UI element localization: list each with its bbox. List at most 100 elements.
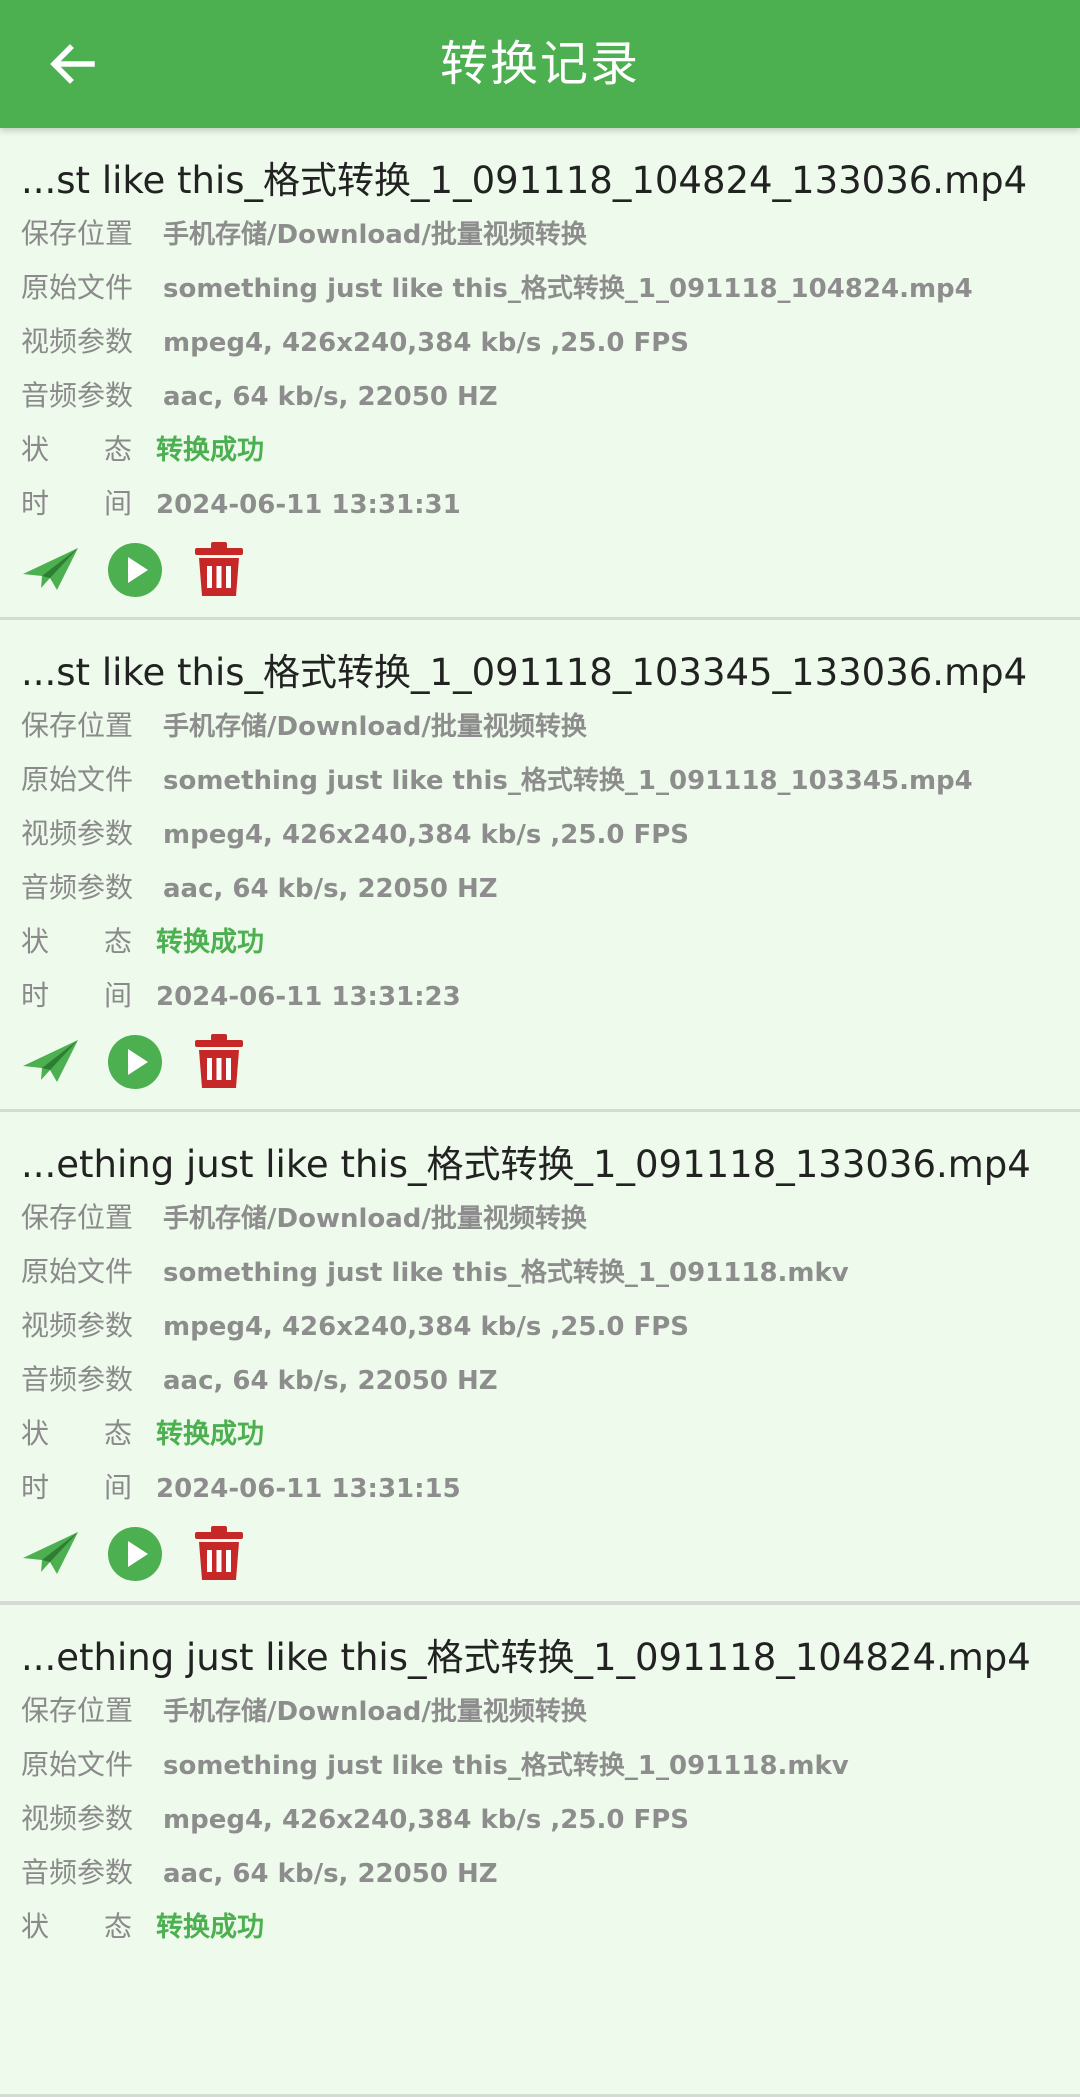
delete-button[interactable] — [189, 540, 249, 600]
share-button[interactable] — [21, 1524, 81, 1584]
save-location-value: 手机存储/Download/批量视频转换 — [163, 1204, 587, 1234]
status-label-b: 态 — [104, 925, 133, 958]
video-params-label: 视频参数 — [21, 1802, 134, 1835]
original-file-value: something just like this_格式转换_1_091118.m… — [163, 1751, 849, 1781]
trash-icon — [195, 1526, 243, 1580]
status-label: 状态 — [21, 428, 156, 472]
audio-params-value: aac, 64 kb/s, 22050 HZ — [163, 1859, 498, 1889]
share-button[interactable] — [21, 540, 81, 600]
status-label: 状态 — [21, 920, 156, 964]
record-filename: ...st like this_格式转换_1_091118_104824_133… — [21, 159, 1028, 202]
status-row: 状态转换成功 — [21, 1905, 264, 1949]
paper-plane-icon — [23, 1532, 78, 1574]
save-location-row: 保存位置 手机存储/Download/批量视频转换 — [21, 1689, 587, 1733]
save-location-value: 手机存储/Download/批量视频转换 — [163, 1697, 587, 1727]
play-button[interactable] — [105, 540, 165, 600]
time-label: 时间 — [21, 1466, 156, 1510]
share-button[interactable] — [21, 1032, 81, 1092]
audio-params-label: 音频参数 — [21, 379, 134, 412]
play-circle-icon — [108, 543, 162, 597]
save-location-value: 手机存储/Download/批量视频转换 — [163, 712, 587, 742]
audio-params-row: 音频参数 aac, 64 kb/s, 22050 HZ — [21, 374, 498, 418]
trash-icon — [195, 1034, 243, 1088]
paper-plane-icon — [23, 548, 78, 590]
original-file-label: 原始文件 — [21, 763, 134, 796]
time-row: 时间 2024-06-11 13:31:31 — [21, 482, 461, 526]
status-value: 转换成功 — [156, 1912, 264, 1943]
time-label-a: 时 — [21, 1471, 50, 1504]
status-value: 转换成功 — [156, 927, 264, 958]
time-value: 2024-06-11 13:31:15 — [156, 1474, 461, 1504]
original-file-value: something just like this_格式转换_1_091118.m… — [163, 1258, 849, 1288]
status-label-b: 态 — [104, 433, 133, 466]
original-file-row: 原始文件 something just like this_格式转换_1_0911… — [21, 266, 973, 310]
save-location-row: 保存位置 手机存储/Download/批量视频转换 — [21, 212, 587, 256]
audio-params-row: 音频参数 aac, 64 kb/s, 22050 HZ — [21, 866, 498, 910]
original-file-label: 原始文件 — [21, 1255, 134, 1288]
audio-params-value: aac, 64 kb/s, 22050 HZ — [163, 874, 498, 904]
audio-params-label: 音频参数 — [21, 1363, 134, 1396]
video-params-row: 视频参数 mpeg4, 426x240,384 kb/s ,25.0 FPS — [21, 1304, 689, 1348]
original-file-row: 原始文件 something just like this_格式转换_1_0911… — [21, 1743, 849, 1787]
status-label-a: 状 — [21, 925, 50, 958]
delete-button[interactable] — [189, 1032, 249, 1092]
status-label-b: 态 — [104, 1910, 133, 1943]
status-label-a: 状 — [21, 433, 50, 466]
status-label-a: 状 — [21, 1417, 50, 1450]
video-params-row: 视频参数 mpeg4, 426x240,384 kb/s ,25.0 FPS — [21, 1797, 689, 1841]
page-title: 转换记录 — [439, 36, 640, 92]
time-label: 时间 — [21, 974, 156, 1018]
status-row: 状态转换成功 — [21, 428, 264, 472]
play-circle-icon — [108, 1035, 162, 1089]
audio-params-row: 音频参数 aac, 64 kb/s, 22050 HZ — [21, 1851, 498, 1895]
status-label-b: 态 — [104, 1417, 133, 1450]
video-params-value: mpeg4, 426x240,384 kb/s ,25.0 FPS — [163, 1805, 690, 1835]
time-value: 2024-06-11 13:31:31 — [156, 490, 461, 520]
time-label: 时间 — [21, 482, 156, 526]
save-location-row: 保存位置 手机存储/Download/批量视频转换 — [21, 704, 587, 748]
time-row: 时间 2024-06-11 13:31:15 — [21, 1466, 461, 1510]
time-label-b: 间 — [104, 487, 133, 520]
app-bar: 转换记录 — [0, 0, 1080, 128]
save-location-label: 保存位置 — [21, 1694, 134, 1727]
record-card[interactable]: ...ething just like this_格式转换_1_091118_1… — [0, 1605, 1080, 2097]
play-button[interactable] — [105, 1524, 165, 1584]
video-params-label: 视频参数 — [21, 1309, 134, 1342]
original-file-label: 原始文件 — [21, 271, 134, 304]
record-actions — [21, 1524, 321, 1584]
status-value: 转换成功 — [156, 1419, 264, 1450]
record-card[interactable]: ...st like this_格式转换_1_091118_104824_133… — [0, 128, 1080, 620]
audio-params-label: 音频参数 — [21, 871, 134, 904]
time-value: 2024-06-11 13:31:23 — [156, 982, 461, 1012]
status-label: 状态 — [21, 1412, 156, 1456]
save-location-row: 保存位置 手机存储/Download/批量视频转换 — [21, 1196, 587, 1240]
time-label-b: 间 — [104, 979, 133, 1012]
record-filename: ...st like this_格式转换_1_091118_103345_133… — [21, 651, 1028, 694]
delete-button[interactable] — [189, 1524, 249, 1584]
video-params-value: mpeg4, 426x240,384 kb/s ,25.0 FPS — [163, 1312, 690, 1342]
record-actions — [21, 540, 321, 600]
record-list[interactable]: ...st like this_格式转换_1_091118_104824_133… — [0, 128, 1080, 2097]
audio-params-label: 音频参数 — [21, 1856, 134, 1889]
video-params-label: 视频参数 — [21, 817, 134, 850]
original-file-label: 原始文件 — [21, 1748, 134, 1781]
status-row: 状态转换成功 — [21, 920, 264, 964]
record-filename: ...ething just like this_格式转换_1_091118_1… — [21, 1143, 1031, 1186]
original-file-value: something just like this_格式转换_1_091118_1… — [163, 274, 973, 304]
video-params-value: mpeg4, 426x240,384 kb/s ,25.0 FPS — [163, 328, 690, 358]
time-label-a: 时 — [21, 487, 50, 520]
status-label: 状态 — [21, 1905, 156, 1949]
original-file-row: 原始文件 something just like this_格式转换_1_0911… — [21, 1250, 849, 1294]
original-file-value: something just like this_格式转换_1_091118_1… — [163, 766, 973, 796]
play-button[interactable] — [105, 1032, 165, 1092]
record-card[interactable]: ...st like this_格式转换_1_091118_103345_133… — [0, 620, 1080, 1112]
record-actions — [21, 1032, 321, 1092]
record-card[interactable]: ...ething just like this_格式转换_1_091118_1… — [0, 1112, 1080, 1605]
save-location-label: 保存位置 — [21, 1201, 134, 1234]
audio-params-row: 音频参数 aac, 64 kb/s, 22050 HZ — [21, 1358, 498, 1402]
play-circle-icon — [108, 1527, 162, 1581]
time-label-b: 间 — [104, 1471, 133, 1504]
record-filename: ...ething just like this_格式转换_1_091118_1… — [21, 1636, 1031, 1679]
audio-params-value: aac, 64 kb/s, 22050 HZ — [163, 1366, 498, 1396]
save-location-value: 手机存储/Download/批量视频转换 — [163, 220, 587, 250]
